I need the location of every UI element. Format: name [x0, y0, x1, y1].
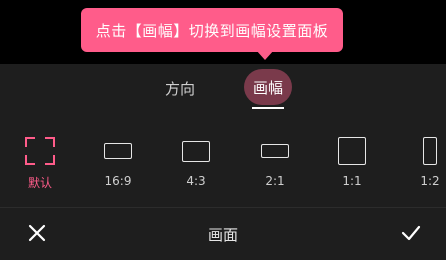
ratio-label: 4:3	[186, 174, 206, 188]
rect-1-2-icon	[423, 137, 437, 165]
square-1-1-icon	[338, 137, 366, 165]
rect-4-3-icon	[182, 140, 210, 162]
ratio-option-1-1[interactable]: 1:1	[322, 136, 382, 194]
divider	[0, 207, 446, 208]
tooltip-text: 点击【画幅】切换到画幅设置面板	[95, 21, 329, 40]
tab-active-underline	[252, 107, 284, 109]
ratio-option-default[interactable]: 默认	[10, 136, 70, 194]
tab-ratio[interactable]: 画幅	[244, 69, 292, 105]
ratio-label: 16:9	[104, 174, 132, 188]
tab-ratio-label: 画幅	[252, 78, 283, 97]
check-icon	[401, 225, 421, 241]
tab-direction[interactable]: 方向	[165, 78, 195, 99]
ratio-option-16-9[interactable]: 16:9	[88, 136, 148, 194]
confirm-button[interactable]	[396, 218, 426, 248]
rect-2-1-icon	[261, 144, 289, 158]
hint-tooltip: 点击【画幅】切换到画幅设置面板	[81, 8, 343, 52]
ratio-option-2-1[interactable]: 2:1	[245, 136, 305, 194]
crop-corners-icon	[25, 137, 55, 165]
ratio-label: 1:2	[420, 174, 440, 188]
ratio-option-1-2[interactable]: 1:2	[400, 136, 446, 194]
rect-16-9-icon	[104, 143, 132, 159]
panel-title: 画面	[207, 226, 238, 244]
ratio-label: 1:1	[342, 174, 362, 188]
ratio-label: 2:1	[265, 174, 285, 188]
tooltip-arrow	[256, 50, 274, 60]
ratio-option-4-3[interactable]: 4:3	[166, 136, 226, 194]
ratio-label: 默认	[27, 176, 52, 190]
